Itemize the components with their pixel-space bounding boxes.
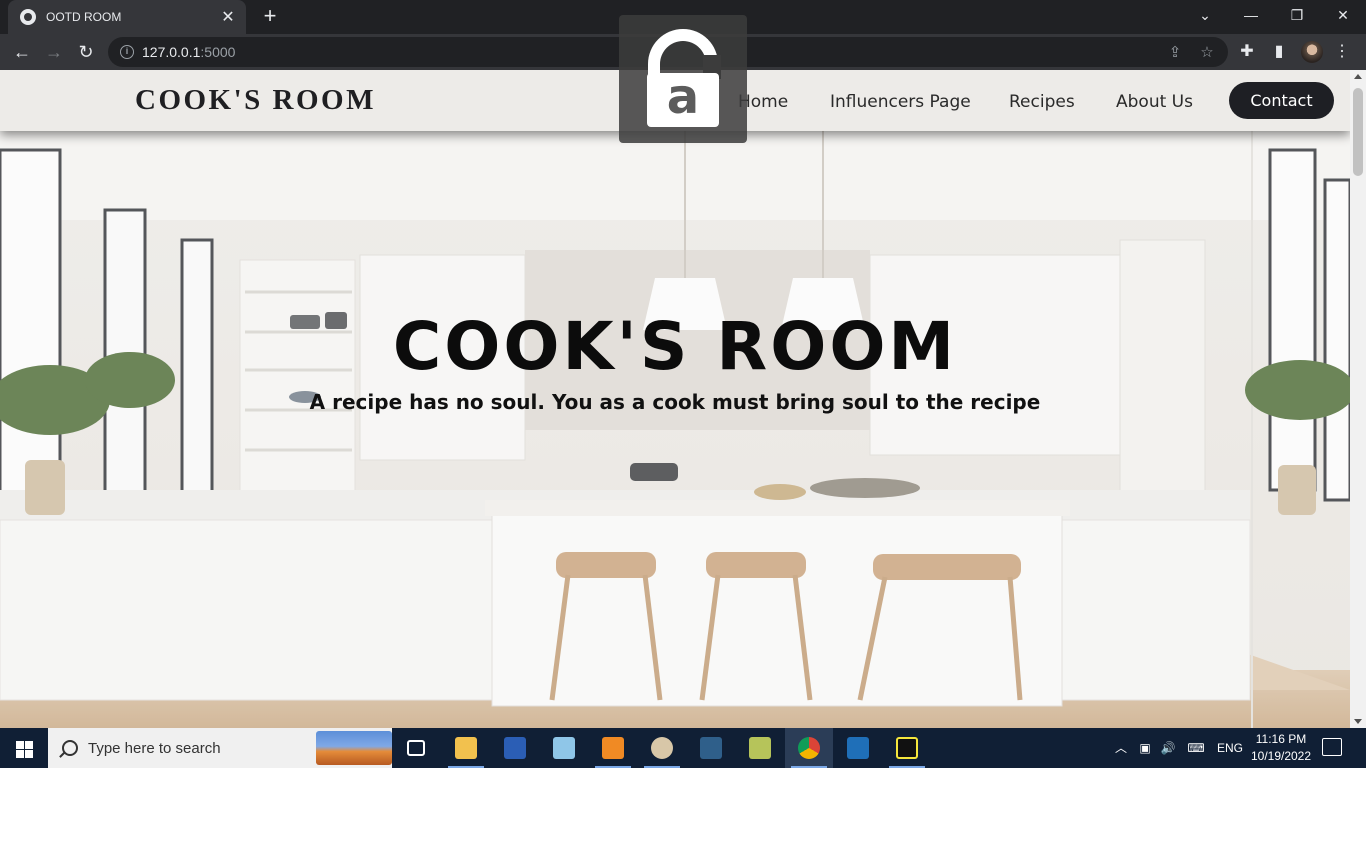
browser-tab[interactable]: OOTD ROOM ✕: [8, 0, 246, 34]
search-placeholder: Type here to search: [88, 739, 221, 757]
profile-avatar[interactable]: [1301, 41, 1323, 63]
scrollbar-thumb[interactable]: [1353, 88, 1363, 176]
notification-center-icon[interactable]: [1322, 738, 1342, 756]
site-brand-logo[interactable]: COOK'S ROOM: [135, 84, 376, 117]
notepad-icon[interactable]: [540, 728, 588, 768]
chrome-icon[interactable]: [785, 728, 833, 768]
hero-title: COOK'S ROOM: [392, 308, 958, 385]
taskbar-clock[interactable]: 11:16 PM 10/19/2022: [1246, 731, 1316, 765]
tab-search-icon[interactable]: ⌄: [1182, 0, 1228, 30]
extensions-icon[interactable]: ✚: [1237, 42, 1257, 62]
tab-close-icon[interactable]: ✕: [220, 7, 236, 27]
nav-link-influencers[interactable]: Influencers Page: [830, 92, 971, 112]
bookmark-star-icon[interactable]: ☆: [1198, 44, 1216, 62]
url-text: 127.0.0.1:5000: [142, 44, 236, 60]
clock-time: 11:16 PM: [1255, 732, 1307, 746]
unlock-overlay-icon[interactable]: a: [619, 15, 747, 143]
forward-icon[interactable]: →: [40, 38, 68, 66]
reload-icon[interactable]: ↻: [72, 38, 100, 66]
word-icon[interactable]: [491, 728, 539, 768]
nav-link-recipes[interactable]: Recipes: [1009, 92, 1075, 112]
search-highlight-image[interactable]: [316, 731, 392, 765]
keyboard-icon[interactable]: ⌨: [1184, 728, 1208, 768]
scroll-down-arrow-icon[interactable]: [1354, 719, 1362, 724]
mysql-workbench-icon[interactable]: [687, 728, 735, 768]
site-info-icon[interactable]: i: [120, 45, 134, 59]
windows-taskbar: Type here to search ︿ ▣ 🔊 ⌨ ENG 11:16 PM…: [0, 728, 1366, 768]
restore-button[interactable]: ❐: [1274, 0, 1320, 30]
tab-title: OOTD ROOM: [46, 10, 122, 24]
visual-paradigm-icon[interactable]: [736, 728, 784, 768]
globe-icon: [20, 9, 36, 25]
task-view-icon[interactable]: [392, 728, 440, 768]
windows-start-icon[interactable]: [0, 728, 48, 768]
tray-chevron-up-icon[interactable]: ︿: [1112, 728, 1130, 768]
hero-subtitle: A recipe has no soul. You as a cook must…: [309, 390, 1041, 414]
lock-letter: a: [666, 69, 700, 125]
back-icon[interactable]: ←: [8, 38, 36, 66]
pycharm-icon[interactable]: [883, 728, 931, 768]
contact-button[interactable]: Contact: [1229, 82, 1334, 119]
volume-icon[interactable]: 🔊: [1158, 728, 1178, 768]
sublime-text-icon[interactable]: [589, 728, 637, 768]
page-viewport: COOK'S ROOM Home Influencers Page Recipe…: [0, 70, 1350, 728]
file-explorer-icon[interactable]: [442, 728, 490, 768]
side-panel-icon[interactable]: ▮: [1269, 42, 1289, 62]
menu-kebab-icon[interactable]: ⋮: [1332, 42, 1352, 62]
paint-icon[interactable]: [638, 728, 686, 768]
blank-area: [0, 768, 1366, 864]
virtualbox-icon[interactable]: [834, 728, 882, 768]
scroll-up-arrow-icon[interactable]: [1354, 74, 1362, 79]
language-indicator[interactable]: ENG: [1214, 728, 1246, 768]
clock-date: 10/19/2022: [1250, 749, 1312, 763]
new-tab-button[interactable]: +: [258, 4, 282, 28]
page-scrollbar[interactable]: [1350, 70, 1366, 728]
share-icon[interactable]: ⇪: [1166, 44, 1184, 62]
close-window-button[interactable]: ✕: [1320, 0, 1366, 30]
tray-meet-icon[interactable]: ▣: [1136, 728, 1154, 768]
search-icon: [62, 740, 78, 756]
minimize-button[interactable]: —: [1228, 0, 1274, 30]
nav-link-about-us[interactable]: About Us: [1116, 92, 1193, 112]
lock-body: a: [647, 73, 719, 127]
